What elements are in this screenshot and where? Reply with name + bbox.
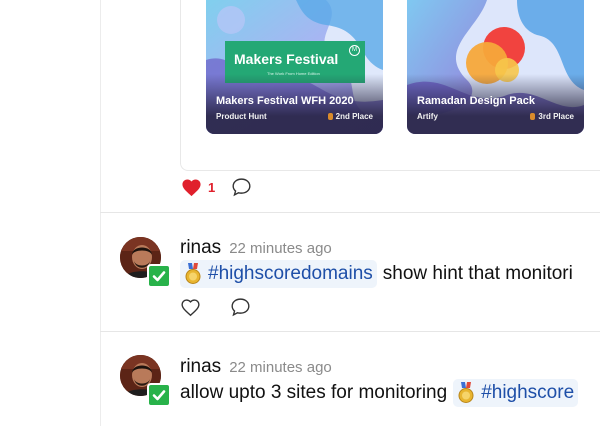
card-place-label: 2nd Place (335, 112, 373, 121)
post-text: show hint that monitori (382, 263, 573, 284)
hashtag-label: #highscoredomains (208, 263, 373, 284)
project-card-makers-festival[interactable]: Makers Festival M The Work From Home Edi… (206, 0, 383, 134)
post-header: rinas 22 minutes ago (180, 356, 332, 378)
hashtag-link[interactable]: #highscoredomains (180, 260, 377, 288)
feed-post: rinas 22 minutes ago #highscoredomains s… (100, 213, 600, 331)
verified-badge (147, 383, 171, 407)
timestamp[interactable]: 22 minutes ago (229, 359, 332, 376)
post-body: #highscoredomains show hint that monitor… (180, 260, 573, 288)
like-count: 1 (208, 179, 216, 195)
banner-badge: M (349, 45, 360, 56)
card-place-label: 3rd Place (538, 112, 574, 121)
verified-badge (147, 264, 171, 288)
embed-actions: 1 (181, 177, 252, 197)
hashtag-label: #highscore (481, 382, 575, 403)
username[interactable]: rinas (180, 237, 221, 259)
post-header: rinas 22 minutes ago (180, 237, 332, 259)
medal-icon (530, 113, 536, 120)
check-icon (152, 271, 166, 282)
card-source: Artify (417, 112, 438, 121)
username[interactable]: rinas (180, 356, 221, 378)
check-icon (152, 390, 166, 401)
post-body: allow upto 3 sites for monitoring #highs… (180, 379, 579, 407)
medal-icon (185, 263, 201, 284)
heart-outline-icon[interactable] (180, 298, 201, 317)
project-card-ramadan-design-pack[interactable]: Ramadan Design Pack Artify 3rd Place (407, 0, 584, 134)
medal-icon (458, 382, 474, 403)
card-place: 2nd Place (327, 112, 373, 121)
like-button[interactable]: 1 (181, 178, 215, 197)
card-title: Ramadan Design Pack (417, 95, 535, 107)
banner-title: Makers Festival (234, 51, 339, 67)
comment-icon[interactable] (231, 177, 252, 197)
post-actions (180, 297, 251, 317)
comment-icon[interactable] (230, 297, 251, 317)
medal-icon (327, 113, 333, 120)
heart-filled-icon (182, 178, 201, 196)
feed-post: rinas 22 minutes ago allow upto 3 sites … (100, 332, 600, 412)
timestamp[interactable]: 22 minutes ago (229, 240, 332, 257)
card-title: Makers Festival WFH 2020 (216, 95, 354, 107)
hashtag-link[interactable]: #highscore (453, 379, 579, 407)
card-place: 3rd Place (530, 112, 574, 121)
post-text: allow upto 3 sites for monitoring (180, 382, 448, 403)
card-source: Product Hunt (216, 112, 267, 121)
